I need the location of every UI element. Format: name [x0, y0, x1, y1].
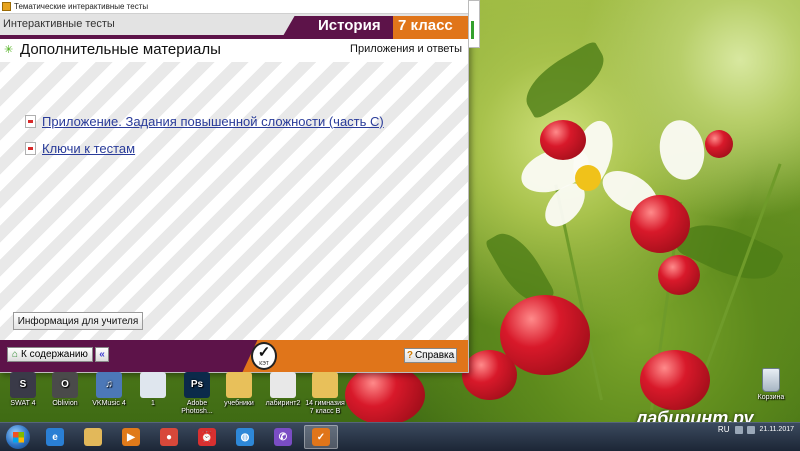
home-icon: ⌂ [12, 349, 19, 360]
logo-text: КЭТ [259, 361, 269, 367]
window-title: Тематические интерактивные тесты [14, 2, 149, 11]
desktop-icon-image [312, 372, 338, 398]
toc-label: К содержанию [21, 349, 88, 360]
desktop-icon-label: учебники [224, 400, 254, 407]
viber-icon: ✆ [274, 428, 292, 446]
table-of-contents-button[interactable]: ⌂ К содержанию [7, 347, 93, 362]
pdf-icon [25, 142, 36, 155]
taskbar-apps: e ▶ ● ⏰ ◍ ✆ ✓ [38, 425, 342, 449]
pdf-icon [25, 115, 36, 128]
side-window-control[interactable] [468, 0, 480, 48]
clock[interactable]: 21.11.2017 [759, 425, 794, 434]
section-title: Дополнительные материалы [20, 41, 221, 58]
back-button[interactable]: « [95, 347, 109, 362]
desktop-icon[interactable]: ♫ VKMusic 4 [88, 372, 130, 408]
desktop-icon[interactable]: O Oblivion [44, 372, 86, 408]
clock-date: 21.11.2017 [759, 426, 794, 433]
network-icon[interactable] [735, 425, 744, 434]
alarm-app-icon: ⏰ [198, 428, 216, 446]
link-label[interactable]: Ключи к тестам [42, 141, 135, 156]
footer-bar: ⌂ К содержанию « ✓ КЭТ ? Справка [0, 340, 468, 372]
desktop-icon-label: Oblivion [52, 400, 78, 407]
help-label: Справка [414, 350, 455, 361]
desktop-icon-image: S [10, 372, 36, 398]
recycle-bin[interactable]: Корзина [752, 368, 790, 401]
desktop-icon[interactable]: 14 гимназия 7 класс В [304, 372, 346, 416]
desktop-icon-label: лабиринт2 [265, 400, 301, 407]
taskbar-button[interactable]: ◍ [228, 425, 262, 449]
taskbar-button[interactable]: ✆ [266, 425, 300, 449]
chrome-icon: ● [160, 428, 178, 446]
ket-logo: ✓ КЭТ [251, 342, 277, 370]
help-button[interactable]: ? Справка [404, 348, 457, 363]
star-icon: ✳ [4, 44, 14, 56]
desktop-icon[interactable]: Ps Adobe Photosh... [176, 372, 218, 416]
desktop-icon-image: O [52, 372, 78, 398]
content-area: ✳ Дополнительные материалы Приложения и … [0, 39, 468, 340]
window-titlebar[interactable]: Тематические интерактивные тесты [0, 0, 468, 14]
media-player-icon: ▶ [122, 428, 140, 446]
desktop-icon-image [140, 372, 166, 398]
taskbar-button[interactable]: ▶ [114, 425, 148, 449]
section-subtitle: Приложения и ответы [350, 43, 462, 55]
desktop-icon[interactable]: учебники [218, 372, 260, 408]
globe-icon: ◍ [236, 428, 254, 446]
volume-icon[interactable] [747, 425, 756, 434]
language-indicator[interactable]: RU [718, 425, 730, 434]
link-answer-keys[interactable]: Ключи к тестам [25, 141, 135, 156]
start-button[interactable] [6, 425, 30, 449]
question-icon: ? [406, 350, 413, 361]
desktop-icon[interactable]: S SWAT 4 [2, 372, 44, 408]
app-window: Тематические интерактивные тесты Интерак… [0, 0, 469, 373]
app-header: Интерактивные тесты История 7 класс [0, 14, 468, 36]
desktop-icon-label: 14 гимназия 7 класс В [305, 400, 345, 415]
internet-explorer-icon: e [46, 428, 64, 446]
recycle-bin-label: Корзина [757, 394, 785, 401]
taskbar: e ▶ ● ⏰ ◍ ✆ ✓ RU 21.11.2017 [0, 422, 800, 451]
desktop-icon-image: Ps [184, 372, 210, 398]
tests-app-icon: ✓ [312, 428, 330, 446]
taskbar-button[interactable]: e [38, 425, 72, 449]
app-name: Интерактивные тесты [3, 18, 115, 30]
file-explorer-icon [84, 428, 102, 446]
desktop-icon-label: Adobe Photosh... [181, 400, 213, 415]
check-icon [471, 21, 480, 39]
desktop-icon-image [226, 372, 252, 398]
link-label[interactable]: Приложение. Задания повышенной сложности… [42, 114, 384, 129]
desktop-icon-image [270, 372, 296, 398]
subject-title: История [318, 17, 381, 34]
desktop-icon-label: SWAT 4 [10, 400, 36, 407]
recycle-bin-icon [762, 368, 780, 392]
windows-logo-icon [12, 431, 24, 443]
check-icon: ✓ [257, 344, 271, 361]
taskbar-button[interactable] [76, 425, 110, 449]
taskbar-button[interactable]: ⏰ [190, 425, 224, 449]
teacher-info-button[interactable]: Информация для учителя [13, 312, 143, 330]
taskbar-button[interactable]: ✓ [304, 425, 338, 449]
system-tray: RU 21.11.2017 [718, 425, 794, 434]
section-bar: ✳ Дополнительные материалы Приложения и … [0, 39, 468, 62]
desktop-icon-image: ♫ [96, 372, 122, 398]
taskbar-button[interactable]: ● [152, 425, 186, 449]
grade-title: 7 класс [398, 17, 453, 34]
desktop-icon[interactable]: лабиринт2 [262, 372, 304, 408]
desktop-icon-label: 1 [151, 400, 155, 407]
link-appendix[interactable]: Приложение. Задания повышенной сложности… [25, 114, 384, 129]
app-icon [2, 2, 11, 11]
desktop-icon[interactable]: 1 [132, 372, 174, 408]
desktop-icon-label: VKMusic 4 [92, 400, 126, 407]
